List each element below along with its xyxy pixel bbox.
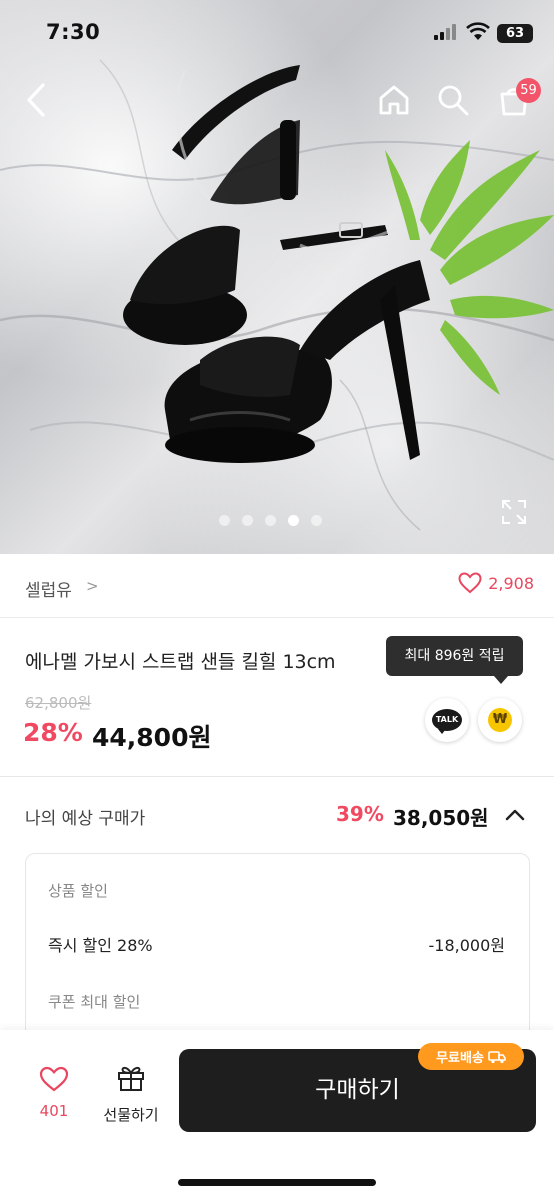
discount-rate: 28%: [23, 718, 83, 747]
gift-label: 선물하기: [103, 1106, 159, 1124]
section-divider: [0, 776, 554, 777]
wishlist-count: 401: [39, 1102, 69, 1120]
gift-icon: [118, 1066, 144, 1091]
truck-icon: [488, 1050, 506, 1063]
chevron-right-icon: >: [86, 577, 99, 595]
talk-icon: TALK: [432, 709, 462, 734]
pagination-dot[interactable]: [265, 515, 276, 526]
points-button[interactable]: ₩: [478, 698, 522, 742]
chevron-left-icon: [27, 83, 45, 117]
heart-icon: [39, 1066, 69, 1092]
expected-discount-rate: 39%: [336, 802, 384, 826]
back-button[interactable]: [18, 80, 54, 120]
won-symbol: ₩: [492, 712, 508, 727]
price-breakdown-panel: 상품 할인 즉시 할인 28% -18,000원 쿠폰 최대 할인: [25, 853, 530, 1053]
home-button[interactable]: [374, 80, 414, 120]
home-icon: [379, 85, 409, 115]
cart-count-badge: 59: [516, 78, 541, 103]
product-title: 에나멜 가보시 스트랩 샌들 킬힐 13cm: [25, 651, 336, 673]
bottom-action-bar: 401 선물하기 구매하기 무료배송: [0, 1030, 554, 1200]
heart-icon: [458, 572, 482, 594]
home-indicator: [178, 1179, 376, 1186]
original-price: 62,800원: [25, 694, 92, 712]
search-button[interactable]: [433, 80, 473, 120]
expected-price: 38,050원: [393, 806, 489, 830]
pagination-dot[interactable]: [242, 515, 253, 526]
pagination-dot-active[interactable]: [288, 515, 299, 526]
store-like-count: 2,908: [488, 573, 534, 593]
seller-row[interactable]: 셀럽유 > 2,908: [0, 556, 554, 618]
search-icon: [438, 85, 469, 116]
chevron-up-icon: [505, 809, 525, 821]
cellular-signal-icon: [434, 24, 456, 40]
battery-level: 63: [505, 26, 525, 41]
expected-price-label: 나의 예상 구매가: [25, 809, 146, 829]
battery-icon: 63: [497, 24, 533, 43]
won-coin-icon: ₩: [488, 708, 512, 732]
product-discount-heading: 상품 할인: [48, 882, 108, 900]
status-time: 7:30: [46, 20, 101, 44]
status-bar: 7:30 63: [0, 0, 554, 64]
expand-icon: [502, 500, 526, 524]
store-like-button[interactable]: 2,908: [458, 572, 534, 594]
instant-discount-label: 즉시 할인 28%: [48, 936, 153, 955]
free-shipping-badge: 무료배송: [418, 1043, 524, 1070]
wishlist-button[interactable]: 401: [32, 1066, 76, 1120]
talk-label: TALK: [435, 715, 459, 724]
wifi-icon: [466, 22, 490, 40]
free-shipping-label: 무료배송: [436, 1051, 484, 1066]
gallery-pagination: [219, 515, 322, 526]
instant-discount-value: -18,000원: [428, 936, 505, 955]
kakao-talk-share-button[interactable]: TALK: [425, 698, 469, 742]
product-image-gallery[interactable]: 7:30 63 59: [0, 0, 554, 554]
points-tooltip: 최대 896원 적립: [386, 636, 523, 676]
sale-price: 44,800원: [92, 723, 212, 752]
pagination-dot[interactable]: [219, 515, 230, 526]
gift-button[interactable]: 선물하기: [98, 1064, 164, 1125]
tooltip-arrow: [494, 676, 508, 684]
collapse-expected-price-button[interactable]: [502, 802, 528, 828]
coupon-discount-heading: 쿠폰 최대 할인: [48, 993, 141, 1011]
fullscreen-button[interactable]: [500, 498, 528, 526]
seller-name[interactable]: 셀럽유: [25, 576, 72, 601]
pagination-dot[interactable]: [311, 515, 322, 526]
